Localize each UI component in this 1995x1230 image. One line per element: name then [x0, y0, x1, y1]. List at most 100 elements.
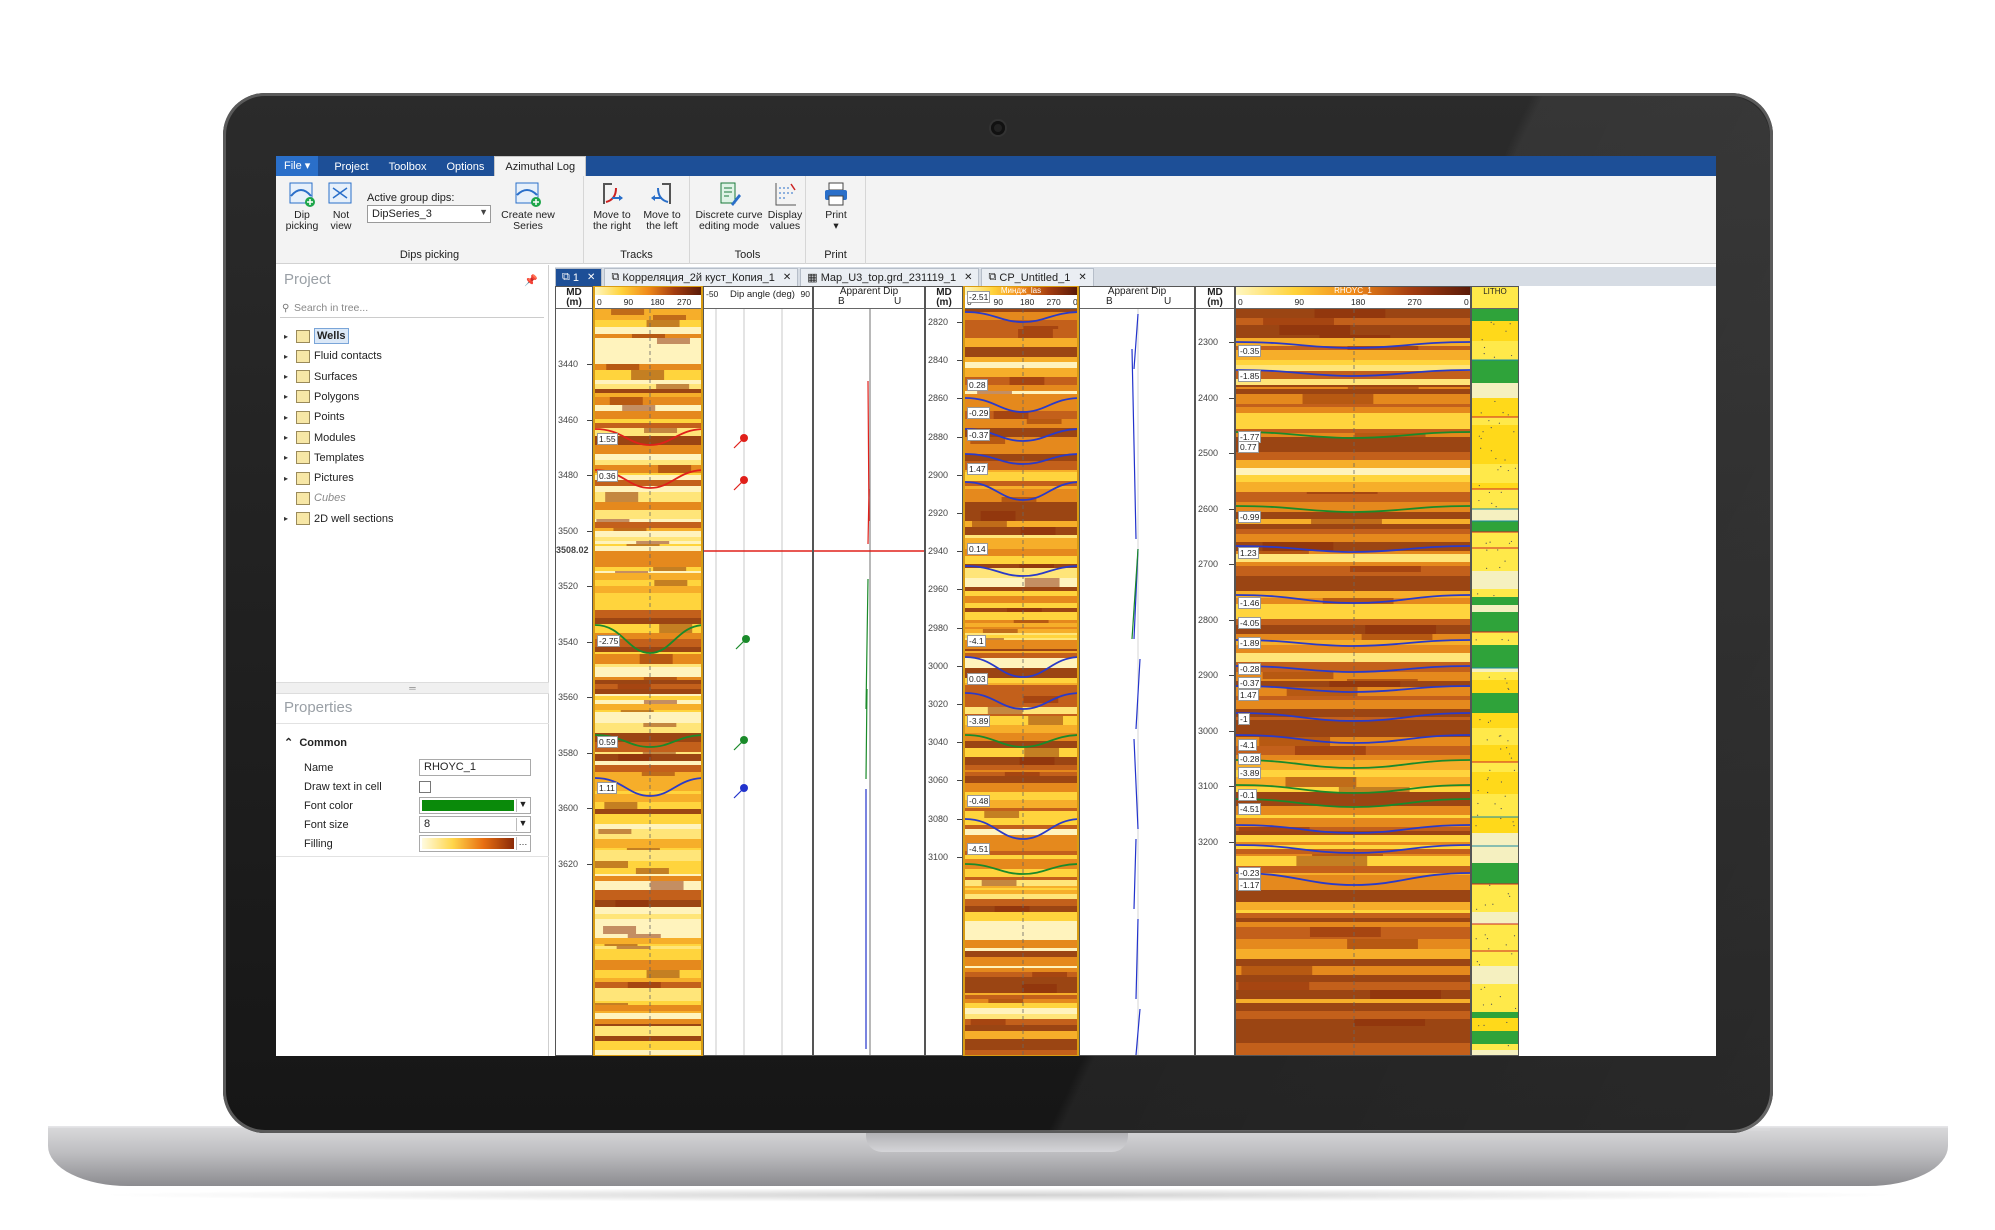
close-icon[interactable]: ✕ — [964, 272, 972, 283]
well2-md-track[interactable]: MD (m) 2820 2840 2860 2880 2900 2920 2940 2960 29… — [925, 286, 963, 1056]
tree-item-wells[interactable]: ▸ Wells — [284, 326, 349, 346]
tab-correlation[interactable]: ⧉ Корреляция_2й куст_Копия_1 ✕ — [604, 268, 799, 286]
expand-arrow-icon[interactable]: ▸ — [284, 392, 296, 401]
dip-picking-button[interactable]: Dip picking — [282, 180, 322, 232]
log-band — [595, 344, 701, 354]
log-band — [1236, 554, 1470, 562]
litho-layer — [1472, 398, 1518, 417]
expand-arrow-icon[interactable]: ▸ — [284, 332, 296, 341]
tab-azimuthal-log[interactable]: Azimuthal Log — [494, 156, 587, 176]
log-band — [965, 394, 1077, 404]
log-band — [595, 571, 701, 573]
not-view-button[interactable]: Not view — [326, 180, 356, 232]
tree-item-fluid-contacts[interactable]: ▸ Fluid contacts — [284, 346, 382, 366]
expand-arrow-icon[interactable]: ▸ — [284, 474, 296, 483]
well2-md-unit: (m) — [936, 297, 952, 308]
tree-item-pictures[interactable]: ▸ Pictures — [284, 468, 354, 488]
well2-apparent-dip-track[interactable]: Apparent Dip B U — [1079, 286, 1195, 1056]
panel-splitter[interactable]: ═ — [276, 682, 549, 694]
litho-dot — [1486, 739, 1488, 741]
log-blob — [984, 811, 1020, 818]
close-icon[interactable]: ✕ — [587, 272, 595, 283]
close-icon[interactable]: ✕ — [783, 272, 791, 283]
log-band — [595, 712, 701, 714]
log-blob — [1024, 578, 1060, 587]
app-window: File ▾ Project Toolbox Options Azimuthal… — [276, 156, 1716, 1056]
tree-item-polygons[interactable]: ▸ Polygons — [284, 387, 359, 407]
expand-arrow-icon[interactable]: ▸ — [284, 413, 296, 422]
well-log-viewer[interactable]: MD (m) 3440 3460 3480 3500 3520 3540 3560 3580 36… — [555, 286, 1716, 1056]
tab-options[interactable]: Options — [436, 157, 494, 176]
tree-search-input[interactable]: ⚲ Search in tree... — [280, 302, 544, 318]
log-blob — [643, 700, 677, 704]
expand-arrow-icon[interactable]: ▸ — [284, 352, 296, 361]
well3-litho-name: LITHO — [1483, 287, 1507, 296]
litho-layer — [1472, 556, 1518, 571]
draw-text-checkbox[interactable] — [419, 781, 431, 793]
font-size-select[interactable]: 8 ▼ — [419, 816, 531, 833]
log-band — [595, 1026, 701, 1036]
log-band — [595, 546, 701, 551]
close-icon[interactable]: ✕ — [1078, 272, 1086, 283]
print-button[interactable]: Print ▾ — [818, 180, 854, 232]
move-right-button[interactable]: Move to the right — [588, 180, 636, 232]
well1-md-track[interactable]: MD (m) 3440 3460 3480 3500 3520 3540 3560 3580 36… — [555, 286, 593, 1056]
litho-dot — [1510, 757, 1513, 759]
discrete-curve-icon — [720, 182, 741, 206]
filling-select[interactable]: … — [419, 835, 531, 852]
dip-value-label: -2.75 — [597, 635, 621, 647]
litho-dot — [1483, 1024, 1485, 1026]
tab-map[interactable]: ▦ Map_U3_top.grd_231119_1 ✕ — [800, 268, 980, 286]
log-blob — [1238, 982, 1310, 990]
tree-item-points[interactable]: ▸ Points — [284, 407, 345, 427]
expand-arrow-icon[interactable]: ▸ — [284, 372, 296, 381]
font-color-select[interactable]: ▼ — [419, 797, 531, 814]
depth-label: 3460 — [558, 414, 579, 425]
well3-litho-track[interactable]: LITHO — [1471, 286, 1519, 1056]
log-band — [965, 362, 1077, 368]
log-band — [1236, 902, 1470, 906]
discrete-curve-button[interactable]: Discrete curve editing mode — [694, 180, 764, 232]
tree-item-surfaces[interactable]: ▸ Surfaces — [284, 367, 357, 387]
litho-dot — [1481, 339, 1483, 341]
log-band — [595, 900, 701, 907]
well1-dip-angle-track[interactable]: -50 Dip angle (deg) 90 — [703, 286, 813, 1056]
name-input[interactable]: RHOYC_1 — [419, 759, 531, 776]
well1-image-track[interactable]: 0 90 180 270 1.55 0.36 -2.75 0.59 1.11 — [593, 286, 703, 1056]
litho-dot — [1500, 807, 1502, 810]
move-left-button[interactable]: Move to the left — [638, 180, 686, 232]
tree-item-templates[interactable]: ▸ Templates — [284, 448, 364, 468]
litho-dot — [1488, 676, 1490, 678]
file-menu[interactable]: File ▾ — [276, 156, 319, 176]
tab-project[interactable]: Project — [324, 157, 378, 176]
well1-apparent-dip-track[interactable]: Apparent Dip B U — [813, 286, 925, 1056]
common-section[interactable]: ⌃ Common — [284, 736, 347, 749]
litho-dot — [1507, 469, 1509, 472]
tree-item-2d-well-sections[interactable]: ▸ 2D well sections — [284, 509, 393, 529]
log-band — [595, 445, 701, 454]
litho-layer — [1472, 445, 1518, 464]
log-blob — [1024, 748, 1060, 757]
tab-well-1[interactable]: ⧉ 1 ✕ — [555, 268, 603, 286]
tree-item-cubes[interactable]: Cubes — [284, 488, 346, 508]
well3-image-track[interactable]: RHOYC_1 0 90 180 270 0 -0.35 -1.85 -1.77 0.77 -0.… — [1235, 286, 1471, 1056]
tab-cp[interactable]: ⧉ CP_Untitled_1 ✕ — [981, 268, 1094, 286]
expand-arrow-icon[interactable]: ▸ — [284, 514, 296, 523]
depth-tick — [1229, 841, 1234, 843]
litho-layer — [1472, 1031, 1518, 1044]
active-group-select[interactable]: DipSeries_3 ▼ — [367, 205, 491, 223]
display-values-label: Display values — [767, 209, 803, 232]
log-band — [965, 770, 1077, 772]
well3-md-track[interactable]: MD (m) 2300 2400 2500 2600 2700 2800 2900 3000 31… — [1195, 286, 1235, 1056]
litho-layer — [1472, 794, 1518, 817]
create-series-button[interactable]: Create new Series — [498, 180, 558, 232]
expand-arrow-icon[interactable]: ▸ — [284, 453, 296, 462]
tab-toolbox[interactable]: Toolbox — [379, 157, 437, 176]
expand-arrow-icon[interactable]: ▸ — [284, 433, 296, 442]
tree-item-modules[interactable]: ▸ Modules — [284, 428, 356, 448]
log-band — [1236, 937, 1470, 939]
well3-lithology-column — [1472, 309, 1518, 1055]
display-values-button[interactable]: Display values — [766, 180, 804, 232]
well2-image-track[interactable]: Миндж_las0901802700 -2.510.28-0.29-0.371… — [963, 286, 1079, 1056]
pin-icon[interactable]: 📌 — [524, 274, 538, 287]
